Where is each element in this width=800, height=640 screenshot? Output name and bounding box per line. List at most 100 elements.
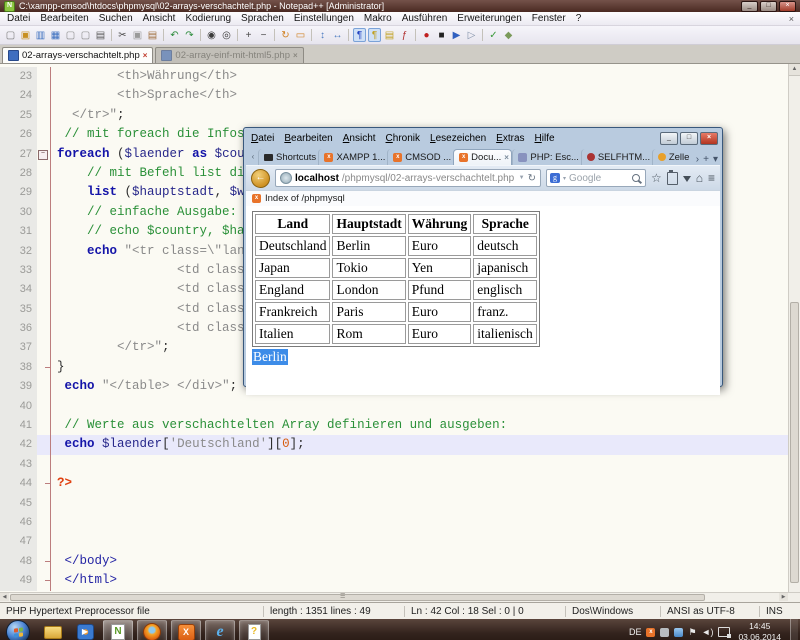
firefox-menu-chronik[interactable]: Chronik (386, 133, 420, 144)
tab-close-icon[interactable]: × (293, 51, 298, 60)
menu-item-suchen[interactable]: Suchen (94, 13, 138, 24)
clock[interactable]: 14:45 03.06.2014 (738, 621, 781, 640)
firefox-maximize-button[interactable]: □ (680, 132, 698, 145)
firefox-menu-ansicht[interactable]: Ansicht (343, 133, 376, 144)
action-center-flag-icon[interactable]: ⚑ (688, 627, 696, 637)
new-file-icon[interactable]: ▢ (4, 28, 17, 42)
menu-item-bearbeiten[interactable]: Bearbeiten (35, 13, 93, 24)
xampp-tray-icon[interactable]: x (646, 628, 655, 637)
document-tab[interactable]: 02-array-einf-mit-html5.php× (155, 47, 303, 63)
save-all-icon[interactable]: ▦ (49, 28, 62, 42)
firefox-minimize-button[interactable]: _ (660, 132, 678, 145)
code-line[interactable]: 47 (0, 532, 789, 551)
undo-icon[interactable]: ↶ (168, 28, 181, 42)
document-close-icon[interactable]: × (789, 14, 794, 24)
taskbar-notepadpp[interactable]: N (103, 620, 133, 640)
menu-item-datei[interactable]: Datei (2, 13, 35, 24)
firefox-menu-datei[interactable]: Datei (251, 133, 274, 144)
code-line[interactable]: 41 // Werte aus verschachtelten Array de… (0, 416, 789, 435)
scroll-right-arrow[interactable]: ▶ (779, 593, 788, 601)
code-line[interactable]: 23 <th>Währung</th> (0, 67, 789, 86)
save-icon[interactable]: ▥ (34, 28, 47, 42)
macro-save-icon[interactable]: ▷ (465, 28, 478, 42)
refresh-icon[interactable]: ↻ (279, 28, 292, 42)
firefox-menu-lesezeichen[interactable]: Lesezeichen (430, 133, 486, 144)
zoom-out-icon[interactable]: − (257, 28, 270, 42)
monitor-icon[interactable]: ▭ (294, 28, 307, 42)
browser-tab[interactable]: xCMSOD ... (387, 149, 453, 165)
minimize-button[interactable]: _ (741, 1, 758, 12)
search-input[interactable]: g ▾ Google (546, 169, 646, 187)
close-all-icon[interactable]: ▢ (79, 28, 92, 42)
taskbar-xampp[interactable]: X (171, 620, 201, 640)
spellcheck-icon[interactable]: ✓ (487, 28, 500, 42)
search-icon[interactable] (632, 174, 640, 182)
reload-icon[interactable]: ↻ (528, 173, 536, 184)
tray-icon[interactable] (660, 628, 669, 637)
taskbar-media-player[interactable]: ▶ (71, 621, 99, 640)
macro-record-icon[interactable]: ● (420, 28, 433, 42)
browser-tab[interactable]: xXAMPP 1... (318, 149, 387, 165)
search-engine-dropdown[interactable]: ▾ (563, 175, 566, 182)
show-symbols-icon[interactable]: ¶ (368, 28, 381, 42)
tab-scroll-left-arrow[interactable]: ‹ (248, 149, 258, 165)
vertical-scroll-thumb[interactable] (790, 302, 799, 584)
code-line[interactable]: 45 (0, 494, 789, 513)
vertical-scrollbar[interactable]: ▲ (788, 64, 800, 592)
document-tab[interactable]: 02-arrays-verschachtelt.php× (2, 47, 153, 63)
plugin-icon[interactable]: ◆ (502, 28, 515, 42)
language-indicator[interactable]: DE (629, 627, 642, 637)
tab-list-button[interactable]: ▾ (713, 154, 718, 165)
bookmark-item[interactable]: Index of /phpmysql (265, 193, 345, 204)
tray-icon[interactable] (674, 628, 683, 637)
code-line[interactable]: 46 (0, 513, 789, 532)
menu-item-fenster[interactable]: Fenster (527, 13, 571, 24)
redo-icon[interactable]: ↷ (183, 28, 196, 42)
volume-icon[interactable]: ◄) (702, 627, 714, 637)
fold-marker-icon[interactable]: − (38, 150, 48, 160)
back-button[interactable]: ← (251, 169, 270, 188)
function-list-icon[interactable]: ƒ (398, 28, 411, 42)
bookmarks-menu-icon[interactable] (667, 172, 678, 185)
menu-item-kodierung[interactable]: Kodierung (180, 13, 236, 24)
scroll-left-arrow[interactable]: ◀ (0, 593, 9, 601)
downloads-icon[interactable] (683, 176, 691, 186)
code-line[interactable]: 43 (0, 455, 789, 474)
network-icon[interactable] (718, 627, 730, 637)
taskbar-firefox[interactable] (137, 620, 167, 640)
code-line[interactable]: 40 (0, 397, 789, 416)
selected-text[interactable]: Berlin (252, 349, 288, 365)
word-wrap-icon[interactable]: ¶ (353, 28, 366, 42)
cut-icon[interactable]: ✂ (116, 28, 129, 42)
firefox-menu-hilfe[interactable]: Hilfe (535, 133, 555, 144)
new-tab-button[interactable]: + (703, 154, 709, 165)
firefox-menu-extras[interactable]: Extras (496, 133, 524, 144)
print-icon[interactable]: ▤ (94, 28, 107, 42)
browser-tab[interactable]: Zelle (652, 149, 693, 165)
sync-horizontal-icon[interactable]: ↔ (331, 28, 344, 42)
bookmark-star-icon[interactable]: ☆ (651, 172, 662, 184)
code-line[interactable]: 44?> (0, 474, 789, 493)
home-icon[interactable]: ⌂ (696, 172, 703, 184)
code-line[interactable]: 25 </tr>"; (0, 106, 789, 125)
menu-item-erweiterungen[interactable]: Erweiterungen (452, 13, 526, 24)
firefox-close-button[interactable]: × (700, 132, 718, 145)
open-folder-icon[interactable]: ▣ (19, 28, 32, 42)
menu-item-ausfhren[interactable]: Ausführen (397, 13, 453, 24)
code-line[interactable]: 48 </body> (0, 552, 789, 571)
code-line[interactable]: 42 echo $laender['Deutschland'][0]; (0, 435, 789, 454)
macro-play-icon[interactable]: ▶ (450, 28, 463, 42)
replace-icon[interactable]: ◎ (220, 28, 233, 42)
horizontal-scrollbar[interactable]: ◀ ☰ ▶ (0, 592, 800, 602)
horizontal-scroll-thumb[interactable] (10, 594, 705, 601)
menu-item-einstellungen[interactable]: Einstellungen (289, 13, 359, 24)
scroll-up-arrow[interactable]: ▲ (789, 64, 800, 76)
code-line[interactable]: 24 <th>Sprache</th> (0, 86, 789, 105)
browser-tab[interactable]: Shortcuts (258, 149, 318, 165)
close-doc-icon[interactable]: ▢ (64, 28, 77, 42)
maximize-button[interactable]: □ (760, 1, 777, 12)
show-desktop-button[interactable] (790, 619, 798, 640)
site-identity-globe-icon[interactable] (280, 172, 292, 184)
hamburger-menu-icon[interactable]: ≡ (708, 172, 715, 184)
firefox-menu-bearbeiten[interactable]: Bearbeiten (284, 133, 332, 144)
